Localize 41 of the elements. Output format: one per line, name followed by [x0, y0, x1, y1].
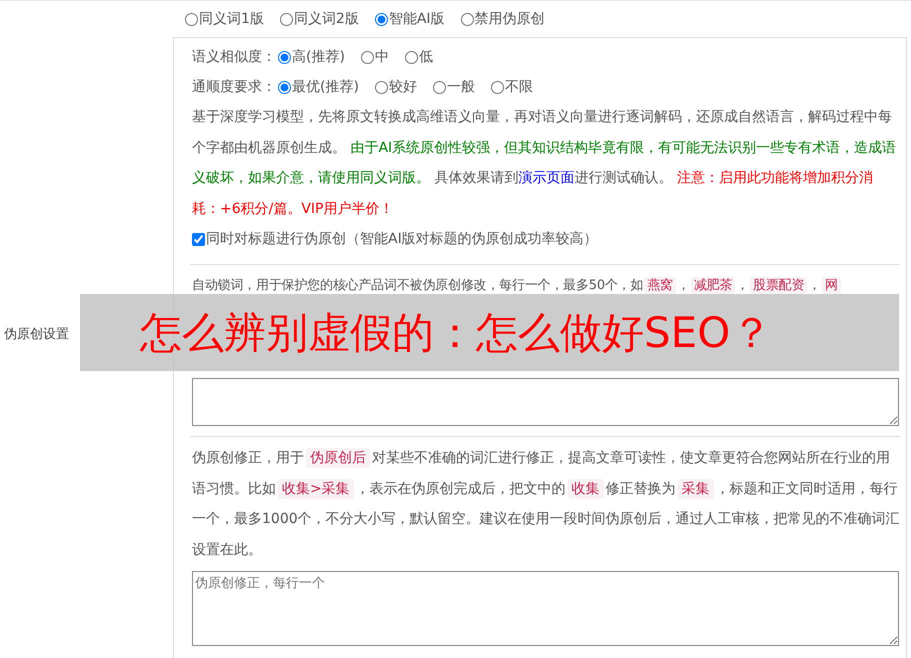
radio-button[interactable]: [460, 12, 474, 26]
radio-button[interactable]: [280, 12, 293, 26]
option-label[interactable]: 同义词1版: [199, 10, 264, 28]
radio-button[interactable]: [432, 80, 446, 94]
demo-link[interactable]: 演示页面: [518, 170, 574, 186]
option-label[interactable]: 智能AI版: [388, 10, 445, 28]
option-label[interactable]: 最优(推荐): [292, 78, 359, 96]
option-label[interactable]: 高(推荐): [292, 48, 345, 66]
setting-label: 伪原创设置: [3, 326, 70, 343]
radio-button[interactable]: [404, 50, 418, 64]
option-label[interactable]: 禁用伪原创: [474, 10, 545, 28]
keyword-tag: 减肥茶: [690, 277, 736, 294]
keyword-tag: 网: [822, 277, 841, 294]
correction-field[interactable]: 伪原创修正，每行一个: [192, 571, 899, 646]
setting-name: 语义相似度：: [192, 48, 276, 66]
checkbox[interactable]: [192, 232, 205, 246]
radio-button[interactable]: [278, 80, 291, 94]
keyword-tag: 伪原创后: [306, 448, 370, 468]
setting-name: 通顺度要求：: [192, 78, 276, 96]
option-label[interactable]: 较好: [388, 78, 417, 96]
option-label[interactable]: 同义词2版: [294, 10, 359, 28]
radio-button[interactable]: [360, 50, 374, 64]
radio-button[interactable]: [374, 12, 388, 26]
keyword-tag: 燕窝: [644, 277, 676, 294]
option-label[interactable]: 一般: [446, 78, 475, 96]
option-label[interactable]: 中: [374, 48, 389, 66]
lock-words-field[interactable]: [192, 378, 899, 426]
option-label[interactable]: 低: [418, 48, 433, 66]
keyword-tag: 采集: [678, 478, 714, 498]
radio-button[interactable]: [490, 80, 504, 94]
keyword-tag: 收集: [568, 478, 604, 498]
correction-description: 伪原创修正，用于 伪原创后 对某些不准确的词汇进行修正，提高文章可读性，使文章更符合您网站所在行业的用语习惯。比如 收集>采集 ，表示在伪原创完成后，把文中的 收集 修正替换为 采集 ，标题和正文同时适用，每行一个，最多1000个，不分大小写，默认留空。建议在使用一段时间伪原创后，通过人工审核，把常见的不准确词汇设置在此。: [192, 447, 900, 560]
radio-button[interactable]: [185, 12, 198, 26]
keyword-tag: 收集>采集: [278, 478, 354, 498]
keyword-tag: 股票配资: [750, 277, 808, 294]
option-label[interactable]: 不限: [504, 78, 533, 96]
checkbox-label[interactable]: 同时对标题进行伪原创（智能AI版对标题的伪原创成功率较高）: [206, 230, 598, 248]
ai-description: 基于深度学习模型，先将原文转换成高维语义向量，再对语义向量进行逐词解码，还原成自然语言，解码过程中每个字都由机器原创生成。 由于AI系统原创性较强，但其知识结构毕竟有限，有可能无法识别一些专有术语，造成语义破坏，如果介意，请使用同义词版。 具体效果请到演示页面进行测试确认。 注意：启用此功能将增加积分消耗：+6积分/篇。VIP用户半价！: [192, 108, 898, 218]
radio-button[interactable]: [374, 80, 388, 94]
title-banner: 怎么辨别虚假的：怎么做好SEO？: [80, 294, 899, 371]
radio-button[interactable]: [278, 50, 291, 64]
